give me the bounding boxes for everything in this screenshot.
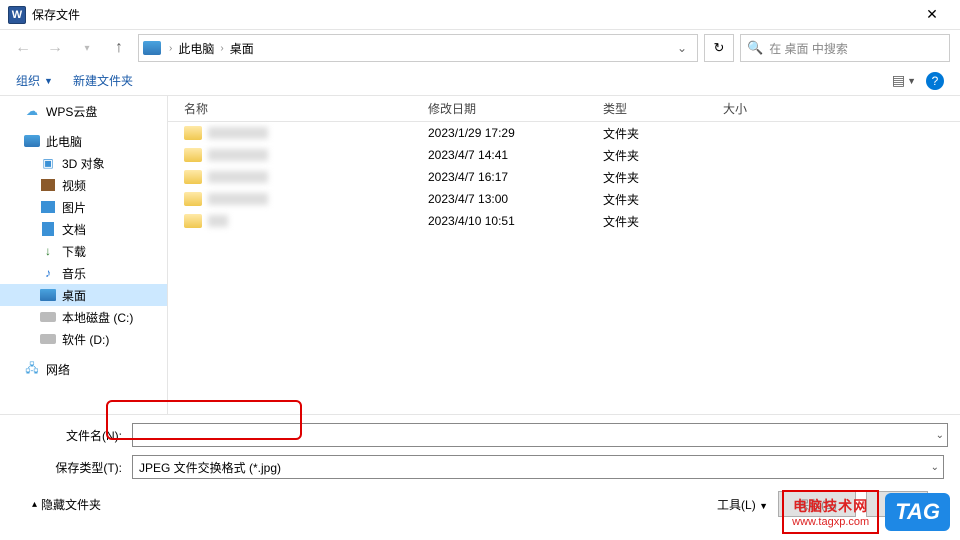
organize-button[interactable]: 组织▼ [16,72,53,89]
file-list: 名称 修改日期 类型 大小 2023/1/29 17:29 文件夹 2023/4… [168,96,960,414]
view-options-button[interactable]: ▤▼ [892,72,916,89]
col-name[interactable]: 名称 [168,100,428,117]
search-placeholder: 在 桌面 中搜索 [769,40,848,57]
filename-dropdown[interactable]: ⌄ [936,430,944,441]
table-row[interactable]: 2023/1/29 17:29 文件夹 [168,122,960,144]
tools-dropdown[interactable]: 工具(L) ▼ [717,496,768,513]
network-icon: 🖧 [24,362,40,376]
file-date: 2023/4/10 10:51 [428,214,603,228]
watermark-box: 电脑技术网 www.tagxp.com [782,490,879,534]
sidebar-item-thispc[interactable]: 此电脑 [0,130,167,152]
table-row[interactable]: 2023/4/10 10:51 文件夹 [168,210,960,232]
sidebar-item-desktop[interactable]: 桌面 [0,284,167,306]
chevron-up-icon: ▴ [32,499,37,510]
sidebar-item-videos[interactable]: 视频 [0,174,167,196]
sidebar-item-disk-c[interactable]: 本地磁盘 (C:) [0,306,167,328]
file-type: 文件夹 [603,125,723,142]
chevron-right-icon: › [218,43,225,54]
file-type: 文件夹 [603,191,723,208]
sidebar-item-wps[interactable]: ☁WPS云盘 [0,100,167,122]
document-icon [40,222,56,236]
filename-label: 文件名(N): [16,427,126,444]
file-name [208,215,228,227]
sidebar-item-3d[interactable]: ▣3D 对象 [0,152,167,174]
table-row[interactable]: 2023/4/7 16:17 文件夹 [168,166,960,188]
sidebar: ☁WPS云盘 此电脑 ▣3D 对象 视频 图片 文档 ↓下载 ♪音乐 桌面 本地… [0,96,168,414]
title-bar: W 保存文件 ✕ [0,0,960,30]
disk-icon [40,310,56,324]
file-type: 文件夹 [603,169,723,186]
window-title: 保存文件 [32,6,912,23]
music-icon: ♪ [40,266,56,280]
sidebar-item-downloads[interactable]: ↓下载 [0,240,167,262]
breadcrumb-seg-pc[interactable]: 此电脑 [174,40,218,57]
sidebar-item-pictures[interactable]: 图片 [0,196,167,218]
file-date: 2023/4/7 16:17 [428,170,603,184]
col-date[interactable]: 修改日期 [428,100,603,117]
file-type: 文件夹 [603,213,723,230]
search-icon: 🔍 [747,40,763,56]
watermark-site: 电脑技术网 [792,496,869,516]
cloud-icon: ☁ [24,104,40,118]
folder-icon [184,126,202,140]
nav-bar: ← → ▾ ↑ › 此电脑 › 桌面 ⌄ ↻ 🔍 在 桌面 中搜索 [0,30,960,66]
watermark: 电脑技术网 www.tagxp.com TAG [782,490,950,534]
folder-icon [184,148,202,162]
sidebar-item-documents[interactable]: 文档 [0,218,167,240]
file-date: 2023/4/7 14:41 [428,148,603,162]
breadcrumb-seg-desktop[interactable]: 桌面 [226,40,258,57]
up-button[interactable]: ↑ [106,35,132,61]
disk-icon [40,332,56,346]
column-headers: 名称 修改日期 类型 大小 [168,96,960,122]
refresh-button[interactable]: ↻ [704,34,734,62]
col-size[interactable]: 大小 [723,100,823,117]
recent-dropdown[interactable]: ▾ [74,35,100,61]
location-icon [143,41,161,55]
table-row[interactable]: 2023/4/7 13:00 文件夹 [168,188,960,210]
savetype-label: 保存类型(T): [16,459,126,476]
file-name [208,149,268,161]
hide-folders-toggle[interactable]: ▴隐藏文件夹 [32,496,101,513]
help-button[interactable]: ? [926,72,944,90]
chevron-down-icon: ⌄ [931,462,939,473]
savetype-combobox[interactable]: JPEG 文件交换格式 (*.jpg) ⌄ [132,455,944,479]
desktop-icon [40,288,56,302]
filename-input[interactable] [132,423,948,447]
file-name [208,127,268,139]
sidebar-item-network[interactable]: 🖧网络 [0,358,167,380]
sidebar-item-disk-d[interactable]: 软件 (D:) [0,328,167,350]
table-row[interactable]: 2023/4/7 14:41 文件夹 [168,144,960,166]
folder-icon [184,192,202,206]
breadcrumb[interactable]: › 此电脑 › 桌面 ⌄ [138,34,698,62]
main-area: ☁WPS云盘 此电脑 ▣3D 对象 视频 图片 文档 ↓下载 ♪音乐 桌面 本地… [0,96,960,414]
search-input[interactable]: 🔍 在 桌面 中搜索 [740,34,950,62]
folder-icon [184,214,202,228]
file-name [208,193,268,205]
savetype-value: JPEG 文件交换格式 (*.jpg) [139,459,281,476]
picture-icon [40,200,56,214]
new-folder-button[interactable]: 新建文件夹 [73,72,133,89]
sidebar-item-music[interactable]: ♪音乐 [0,262,167,284]
cube-icon: ▣ [40,156,56,170]
toolbar: 组织▼ 新建文件夹 ▤▼ ? [0,66,960,96]
file-date: 2023/1/29 17:29 [428,126,603,140]
back-button[interactable]: ← [10,35,36,61]
forward-button[interactable]: → [42,35,68,61]
breadcrumb-dropdown[interactable]: ⌄ [671,41,693,55]
app-icon: W [8,6,26,24]
watermark-url: www.tagxp.com [792,516,869,528]
pc-icon [24,134,40,148]
watermark-tag: TAG [885,493,950,531]
chevron-right-icon: › [167,43,174,54]
download-icon: ↓ [40,244,56,258]
file-name [208,171,268,183]
folder-icon [184,170,202,184]
video-icon [40,178,56,192]
col-type[interactable]: 类型 [603,100,723,117]
file-date: 2023/4/7 13:00 [428,192,603,206]
close-button[interactable]: ✕ [912,1,952,29]
file-type: 文件夹 [603,147,723,164]
